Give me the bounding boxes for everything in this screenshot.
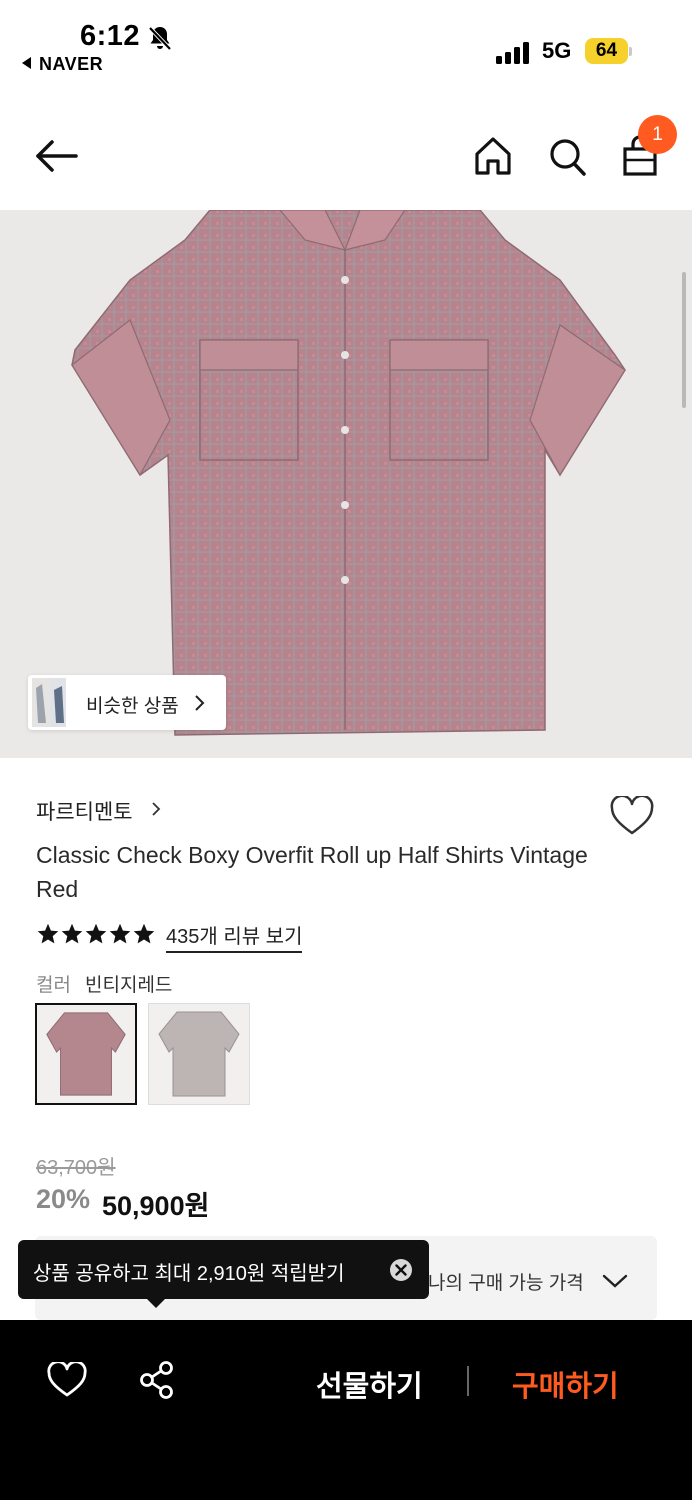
review-link[interactable]: 435개 리뷰 보기: [166, 920, 303, 953]
network-type: 5G: [542, 38, 572, 63]
wishlist-heart-icon[interactable]: [610, 796, 654, 836]
back-app-label: NAVER: [39, 54, 104, 74]
shirt-thumb-icon: [46, 1012, 126, 1096]
home-icon[interactable]: [472, 134, 514, 178]
color-swatch-selected[interactable]: [35, 1003, 137, 1105]
similar-products-label: 비슷한 상품: [86, 696, 179, 717]
battery-level: 64: [595, 40, 618, 61]
bell-muted-icon: [148, 26, 172, 51]
share-reward-tooltip: 상품 공유하고 최대 2,910원 적립받기: [18, 1240, 429, 1299]
back-to-app-link[interactable]: NAVER: [22, 54, 103, 75]
tooltip-arrow: [146, 1298, 166, 1308]
buy-button[interactable]: 구매하기: [512, 1363, 619, 1405]
my-price-label: 나의 구매 가능 가격: [428, 1273, 584, 1294]
brand-link[interactable]: 파르티멘토: [36, 796, 133, 826]
share-icon[interactable]: [138, 1360, 176, 1400]
similar-products-button[interactable]: 비슷한 상품: [28, 675, 226, 730]
star-icon: [85, 923, 107, 944]
divider: [467, 1366, 469, 1396]
shirt-thumb-icon: [158, 1011, 240, 1097]
discount-rate: 20%: [36, 1184, 91, 1214]
color-label: 컬러: [36, 975, 71, 996]
top-nav: [0, 100, 692, 210]
chevron-down-icon[interactable]: [602, 1272, 628, 1290]
chevron-right-icon: [152, 802, 161, 816]
heart-icon[interactable]: [47, 1362, 87, 1398]
search-icon[interactable]: [546, 134, 588, 178]
chevron-right-icon: [195, 695, 205, 711]
tooltip-text: 상품 공유하고 최대 2,910원 적립받기: [33, 1263, 345, 1285]
star-icon: [109, 923, 131, 944]
bottom-action-bar: 선물하기 구매하기: [0, 1320, 692, 1500]
product-title: Classic Check Boxy Overfit Roll up Half …: [36, 842, 588, 902]
star-icon: [61, 923, 83, 944]
sale-price: 50,900원: [102, 1191, 210, 1221]
star-icon: [37, 923, 59, 944]
back-arrow-icon[interactable]: [32, 136, 80, 176]
status-time: 6:12: [80, 20, 141, 52]
signal-icon: [496, 42, 529, 64]
color-swatch-grey[interactable]: [148, 1003, 250, 1105]
status-bar: 6:12 NAVER 5G 64: [0, 0, 692, 90]
back-triangle-icon: [22, 57, 31, 69]
rating-stars: [36, 922, 156, 948]
color-value: 빈티지레드: [85, 975, 173, 996]
similar-thumbnails-icon: [32, 678, 66, 727]
gift-button[interactable]: 선물하기: [316, 1363, 423, 1405]
cart-count-badge[interactable]: 1: [638, 115, 677, 154]
original-price: 63,700원: [36, 1157, 116, 1179]
page-scrollbar[interactable]: [682, 272, 686, 408]
close-icon[interactable]: [389, 1258, 413, 1282]
star-icon: [133, 923, 155, 944]
battery-icon: 64: [585, 38, 632, 64]
